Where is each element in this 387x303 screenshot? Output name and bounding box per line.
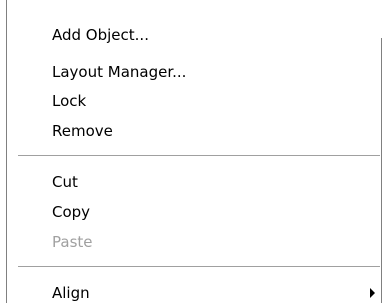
- context-menu: Add Object... Layout Manager... Lock Rem…: [7, 3, 380, 303]
- menu-item-label: Remove: [52, 122, 113, 140]
- menu-item-label: Layout Manager...: [52, 63, 187, 81]
- menu-item-lock[interactable]: Lock: [8, 87, 380, 115]
- menu-item-label: Paste: [52, 233, 93, 251]
- menu-item-cut[interactable]: Cut: [8, 168, 380, 196]
- menu-item-label: Cut: [52, 173, 78, 191]
- menu-item-layout-manager[interactable]: Layout Manager...: [8, 58, 380, 86]
- chevron-right-icon: [370, 288, 375, 298]
- menu-item-align[interactable]: Align: [8, 279, 380, 303]
- menu-item-label: Lock: [52, 92, 87, 110]
- menu-item-copy[interactable]: Copy: [8, 198, 380, 226]
- menu-item-remove[interactable]: Remove: [8, 117, 380, 145]
- menu-item-label: Align: [52, 284, 90, 302]
- menu-item-label: Add Object...: [52, 26, 149, 44]
- menu-separator: [18, 266, 380, 268]
- menu-separator: [18, 155, 380, 157]
- menu-item-add-object[interactable]: Add Object...: [8, 21, 380, 49]
- background-edge-line: [381, 38, 382, 303]
- menu-item-paste: Paste: [8, 228, 380, 256]
- menu-item-label: Copy: [52, 203, 91, 221]
- screen: Add Object... Layout Manager... Lock Rem…: [0, 0, 387, 303]
